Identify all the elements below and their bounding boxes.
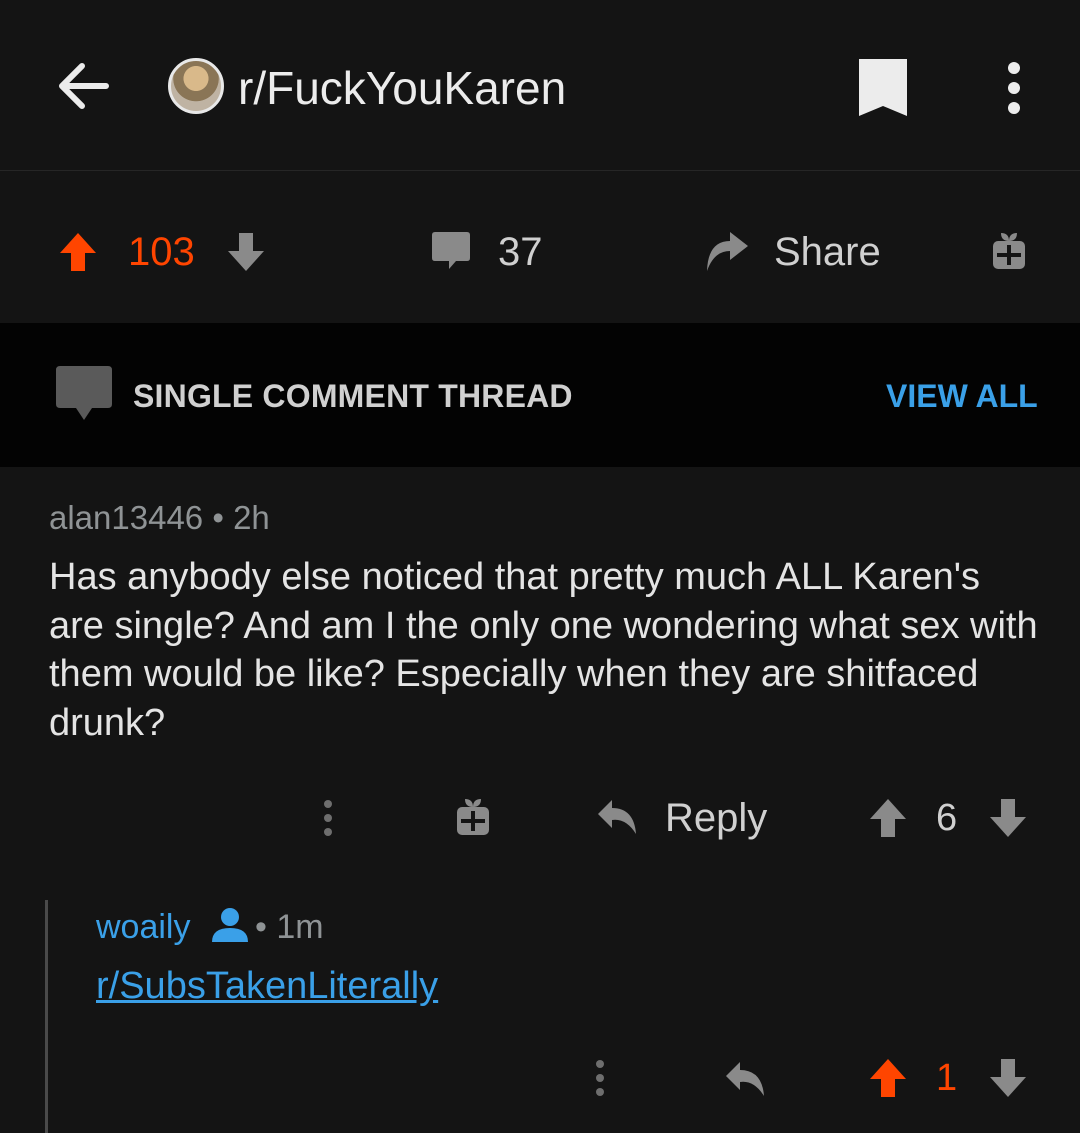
reply-downvote-icon[interactable] [988,1057,1028,1099]
kebab-menu-icon[interactable] [1000,60,1028,116]
reply-meta: • 1m [255,906,324,948]
comment-count[interactable]: 37 [498,228,543,276]
upvote-icon[interactable] [58,231,98,273]
share-button[interactable]: Share [774,228,881,276]
comment-upvote-icon[interactable] [868,797,908,839]
single-comment-thread-label: SINGLE COMMENT THREAD [133,378,573,414]
share-arrow-icon[interactable] [704,228,750,274]
op-person-icon [210,906,250,944]
comment-body: Has anybody else noticed that pretty muc… [49,556,1038,744]
reply-upvote-icon[interactable] [868,1057,908,1099]
comment-author[interactable]: alan13446 [49,499,203,536]
subreddit-avatar[interactable] [168,58,224,114]
downvote-icon[interactable] [226,231,266,273]
reply-score: 1 [936,1057,958,1099]
view-all-button[interactable]: VIEW ALL [886,376,1038,416]
reply-arrow-icon[interactable] [596,798,638,836]
comment-meta: alan13446 • 2h [49,498,270,538]
reply-author[interactable]: woaily [96,906,190,948]
reply-more-icon[interactable] [590,1058,610,1098]
reply-age: 1m [276,908,324,946]
comment-more-icon[interactable] [318,798,338,838]
subreddit-name[interactable]: r/FuckYouKaren [238,60,566,116]
post-score: 103 [128,230,195,274]
bookmark-icon[interactable] [856,56,910,120]
comment-downvote-icon[interactable] [988,797,1028,839]
subreddit-link[interactable]: r/SubsTakenLiterally [96,962,438,1010]
meta-separator: • [255,908,267,946]
thread-indent-line[interactable] [45,900,48,1133]
comment-score: 6 [936,797,958,839]
comment-thread-icon [54,364,114,422]
meta-separator: • [212,499,224,536]
reply-button[interactable]: Reply [665,794,767,842]
comment-age: 2h [233,499,270,536]
back-arrow-icon[interactable] [54,58,112,114]
reply-arrow-icon[interactable] [724,1060,766,1098]
gift-award-icon[interactable] [454,797,492,837]
comment-bubble-icon[interactable] [430,230,472,272]
gift-award-icon[interactable] [990,231,1028,271]
